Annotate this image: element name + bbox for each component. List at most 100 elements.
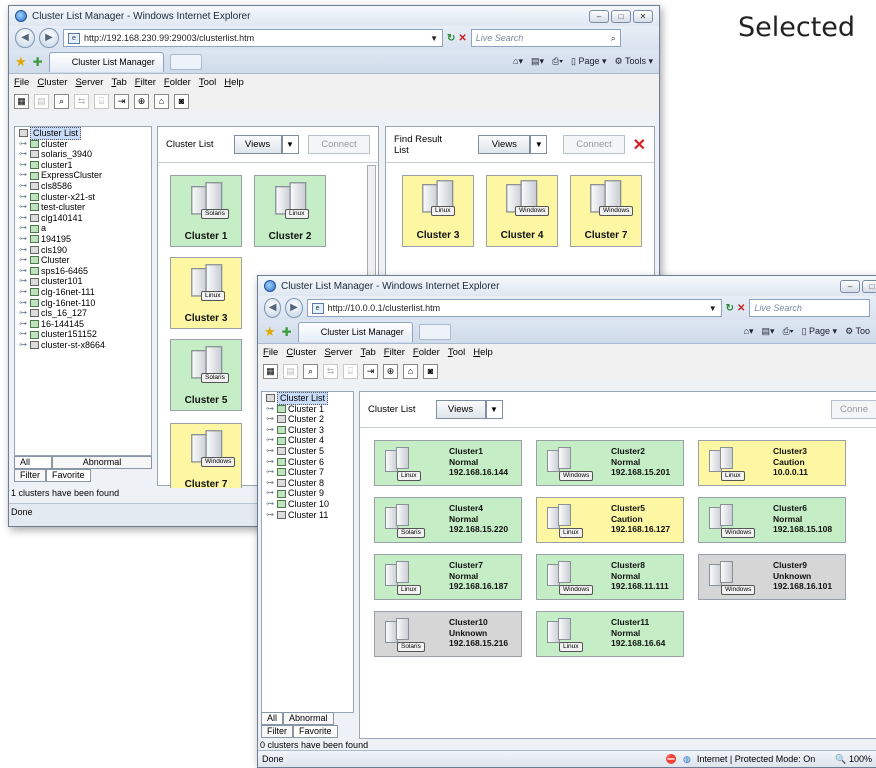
menu-cluster[interactable]: Cluster <box>37 77 67 88</box>
tab-filter[interactable]: Filter <box>14 469 46 482</box>
menu-tab[interactable]: Tab <box>111 77 126 88</box>
expand-icon[interactable]: ⊶ <box>266 488 275 499</box>
export-icon[interactable]: ⇥ <box>114 93 129 109</box>
tree-item[interactable]: ⊶ clg-16net-111 <box>15 287 151 298</box>
add-favorite-icon[interactable]: ✚ <box>33 55 43 69</box>
cluster-card[interactable]: Linux Cluster11 Normal 192.168.16.64 <box>536 611 684 657</box>
tree-item[interactable]: ⊶ 16-144145 <box>15 319 151 330</box>
expand-icon[interactable]: ⊶ <box>19 276 28 287</box>
cluster-card[interactable]: Linux Cluster 2 <box>254 175 326 247</box>
maximize-button[interactable]: □ <box>862 279 876 293</box>
tree-item[interactable]: ⊶ cls8586 <box>15 181 151 192</box>
cluster-card[interactable]: Windows Cluster 7 <box>170 423 242 495</box>
new-tab-button[interactable] <box>418 323 451 340</box>
expand-icon[interactable]: ⊶ <box>19 308 28 319</box>
tree-item[interactable]: ⊶ Cluster 11 <box>262 510 353 521</box>
address-bar[interactable]: e http://10.0.0.1/clusterlist.htm ▼ <box>306 299 722 317</box>
favorites-star-icon[interactable]: ★ <box>15 54 27 70</box>
menu-tool[interactable]: Tool <box>199 77 216 88</box>
home-icon[interactable]: ⌂▾ <box>744 326 754 337</box>
tree-item[interactable]: ⊶ Cluster 5 <box>262 446 353 457</box>
tree-item[interactable]: ⊶ Cluster 7 <box>262 467 353 478</box>
tree-item[interactable]: ⊶ cluster101 <box>15 276 151 287</box>
menu-server[interactable]: Server <box>324 347 352 358</box>
tree-icon[interactable]: ⌂ <box>403 363 418 379</box>
tree-item[interactable]: ⊶ solaris_3940 <box>15 149 151 160</box>
find-icon[interactable]: ⌕ <box>54 93 69 109</box>
print-icon[interactable]: ⎙▾ <box>783 326 794 337</box>
tree-item[interactable]: ⊶ cluster151152 <box>15 329 151 340</box>
expand-icon[interactable]: ⊶ <box>19 255 28 266</box>
tab-abnormal[interactable]: Abnormal <box>52 456 152 469</box>
tree-item[interactable]: ⊶ cluster-x21-st <box>15 192 151 203</box>
page-menu[interactable]: ▯ Page ▾ <box>802 326 838 337</box>
views-button[interactable]: Views <box>478 135 531 154</box>
tree-item[interactable]: ⊶ cluster <box>15 139 151 150</box>
refresh-icon[interactable]: ↻ <box>447 33 455 44</box>
menu-tool[interactable]: Tool <box>448 347 465 358</box>
fence-icon[interactable]: ⌸ <box>343 363 358 379</box>
expand-icon[interactable]: ⊶ <box>266 499 275 510</box>
tree-item[interactable]: ⊶ clg140141 <box>15 213 151 224</box>
menu-folder[interactable]: Folder <box>164 77 191 88</box>
expand-icon[interactable]: ⊶ <box>19 213 28 224</box>
expand-icon[interactable]: ⊶ <box>19 160 28 171</box>
menu-cluster[interactable]: Cluster <box>286 347 316 358</box>
refresh-icon[interactable]: ↻ <box>726 303 734 314</box>
back-button[interactable]: ◀ <box>264 298 282 318</box>
cluster-card[interactable]: Solaris Cluster4 Normal 192.168.15.220 <box>374 497 522 543</box>
cluster-card[interactable]: Linux Cluster5 Caution 192.168.16.127 <box>536 497 684 543</box>
expand-icon[interactable]: ⊶ <box>19 223 28 234</box>
cluster-card[interactable]: Windows Cluster9 Unknown 192.168.16.101 <box>698 554 846 600</box>
tree-item[interactable]: ⊶ Cluster <box>15 255 151 266</box>
tree-item[interactable]: ⊶ Cluster 10 <box>262 499 353 510</box>
tree-item[interactable]: ⊶ Cluster 9 <box>262 488 353 499</box>
tree-icon[interactable]: ⌂ <box>154 93 169 109</box>
expand-icon[interactable]: ⊶ <box>266 510 275 521</box>
connect-button[interactable]: Conne <box>831 400 876 419</box>
tree-item[interactable]: ⊶ test-cluster <box>15 202 151 213</box>
cluster-card[interactable]: Windows Cluster6 Normal 192.168.15.108 <box>698 497 846 543</box>
cluster-card[interactable]: Linux Cluster1 Normal 192.168.16.144 <box>374 440 522 486</box>
search-input[interactable]: Live Search <box>749 299 870 317</box>
menu-tab[interactable]: Tab <box>360 347 375 358</box>
cluster-card[interactable]: Solaris Cluster 1 <box>170 175 242 247</box>
add-favorite-icon[interactable]: ✚ <box>282 325 292 339</box>
address-dropdown-icon[interactable]: ▼ <box>430 34 438 43</box>
views-dropdown-icon[interactable]: ▼ <box>485 400 503 419</box>
expand-icon[interactable]: ⊶ <box>19 192 28 203</box>
forward-button[interactable]: ▶ <box>39 28 59 48</box>
find-icon[interactable]: ⌕ <box>303 363 318 379</box>
tab-filter[interactable]: Filter <box>261 725 293 738</box>
print-icon[interactable]: ⎙▾ <box>552 56 563 67</box>
tab-favorite[interactable]: Favorite <box>293 725 338 738</box>
page-menu[interactable]: ▯ Page ▾ <box>571 56 607 67</box>
export-icon[interactable]: ⇥ <box>363 363 378 379</box>
home-icon[interactable]: ⌂▾ <box>513 56 523 67</box>
expand-icon[interactable]: ⊶ <box>19 234 28 245</box>
cluster-card[interactable]: Windows Cluster 4 <box>486 175 558 247</box>
tools-menu[interactable]: ⚙ Too <box>845 326 870 337</box>
cluster-view-icon[interactable]: ▦ <box>14 93 29 109</box>
tree-item[interactable]: ⊶ Cluster 2 <box>262 414 353 425</box>
tree-item[interactable]: ⊶ cls190 <box>15 245 151 256</box>
tools-menu[interactable]: ⚙ Tools ▾ <box>615 56 653 67</box>
expand-icon[interactable]: ⊶ <box>19 202 28 213</box>
close-button[interactable]: ✕ <box>633 9 653 23</box>
expand-icon[interactable]: ⊶ <box>266 425 275 436</box>
menu-server[interactable]: Server <box>75 77 103 88</box>
forward-button[interactable]: ▶ <box>285 298 303 318</box>
expand-icon[interactable]: ⊶ <box>19 181 28 192</box>
search-input[interactable]: Live Search ⌕ <box>470 29 621 47</box>
back-button[interactable]: ◀ <box>15 28 35 48</box>
tree-item[interactable]: ⊶ ExpressCluster <box>15 170 151 181</box>
cluster-card[interactable]: Solaris Cluster10 Unknown 192.168.15.216 <box>374 611 522 657</box>
tree-item[interactable]: ⊶ clg-16net-110 <box>15 298 151 309</box>
zoom-level[interactable]: 🔍 100% <box>835 754 872 765</box>
minimize-button[interactable]: – <box>840 279 860 293</box>
expand-icon[interactable]: ⊶ <box>19 287 28 298</box>
tab-all[interactable]: All <box>14 456 52 469</box>
cluster-card[interactable]: Solaris Cluster 5 <box>170 339 242 411</box>
tree-root[interactable]: Cluster List <box>262 392 353 405</box>
expand-icon[interactable]: ⊶ <box>19 245 28 256</box>
